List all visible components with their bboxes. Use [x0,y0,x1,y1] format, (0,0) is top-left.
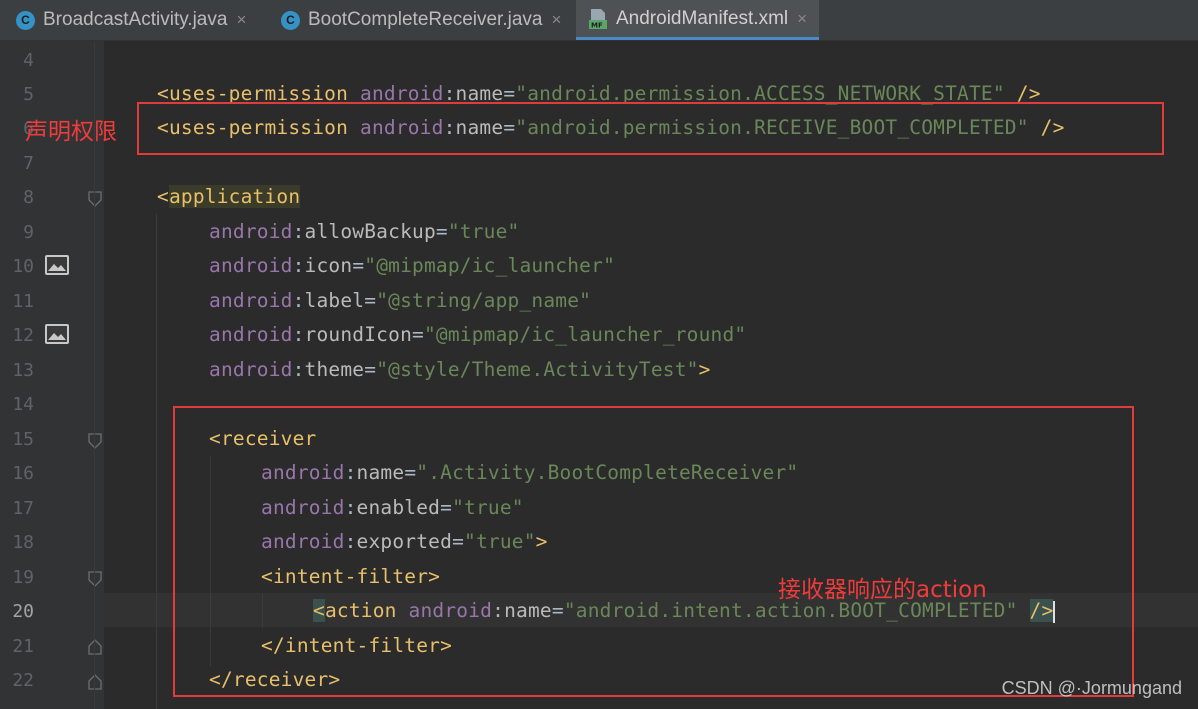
tab-label: BroadcastActivity.java [43,9,228,30]
fold-open-icon[interactable] [88,571,102,587]
line-number: 12 [12,325,34,346]
line-number: 13 [12,360,34,381]
svg-text:MF: MF [591,21,603,29]
fold-close-icon[interactable] [88,639,102,655]
tab-label: AndroidManifest.xml [616,7,789,29]
fold-open-icon[interactable] [88,191,102,207]
line-number: 15 [12,429,34,450]
manifest-file-icon: MF [588,8,608,30]
code-line-11[interactable]: android:label="@string/app_name" [209,289,591,313]
fold-open-icon[interactable] [88,433,102,449]
close-icon[interactable]: × [551,10,561,30]
line-number: 17 [12,498,34,519]
java-class-icon: C [16,10,35,30]
code-line-8[interactable]: <application [157,185,301,209]
permission-highlight-box [137,102,1164,155]
line-number: 5 [23,84,34,105]
code-line-13[interactable]: android:theme="@style/Theme.ActivityTest… [209,358,711,382]
line-number: 9 [23,222,34,243]
editor-tab-bar: C BroadcastActivity.java × C BootComplet… [0,0,1198,41]
java-class-icon: C [281,10,300,30]
image-preview-icon[interactable] [45,324,69,344]
code-line-12[interactable]: android:roundIcon="@mipmap/ic_launcher_r… [209,323,746,347]
line-number-current: 20 [12,601,34,622]
annotation-permission: 声明权限 [25,119,117,145]
close-icon[interactable]: × [797,9,807,29]
line-number: 4 [23,50,34,71]
watermark: CSDN @·Jormungand [1001,678,1182,698]
code-line-9[interactable]: android:allowBackup="true" [209,220,519,244]
line-number: 19 [12,567,34,588]
receiver-highlight-box [173,406,1134,697]
line-number: 10 [12,256,34,277]
code-line-10[interactable]: android:icon="@mipmap/ic_launcher" [209,254,615,278]
line-number: 11 [12,291,34,312]
tab-broadcast-activity[interactable]: C BroadcastActivity.java × [16,0,246,40]
line-number: 7 [23,153,34,174]
line-number: 8 [23,187,34,208]
line-number: 14 [12,394,34,415]
line-number: 21 [12,636,34,657]
tab-boot-complete-receiver[interactable]: C BootCompleteReceiver.java × [281,0,561,40]
close-icon[interactable]: × [236,10,246,30]
tab-android-manifest[interactable]: MF AndroidManifest.xml × [576,0,820,40]
indent-guide [156,214,157,709]
line-number: 22 [12,670,34,691]
fold-close-icon[interactable] [88,674,102,690]
annotation-action: 接收器响应的action [778,577,987,603]
line-number: 16 [12,463,34,484]
tab-label: BootCompleteReceiver.java [308,9,543,30]
image-preview-icon[interactable] [45,255,69,275]
line-number: 18 [12,532,34,553]
